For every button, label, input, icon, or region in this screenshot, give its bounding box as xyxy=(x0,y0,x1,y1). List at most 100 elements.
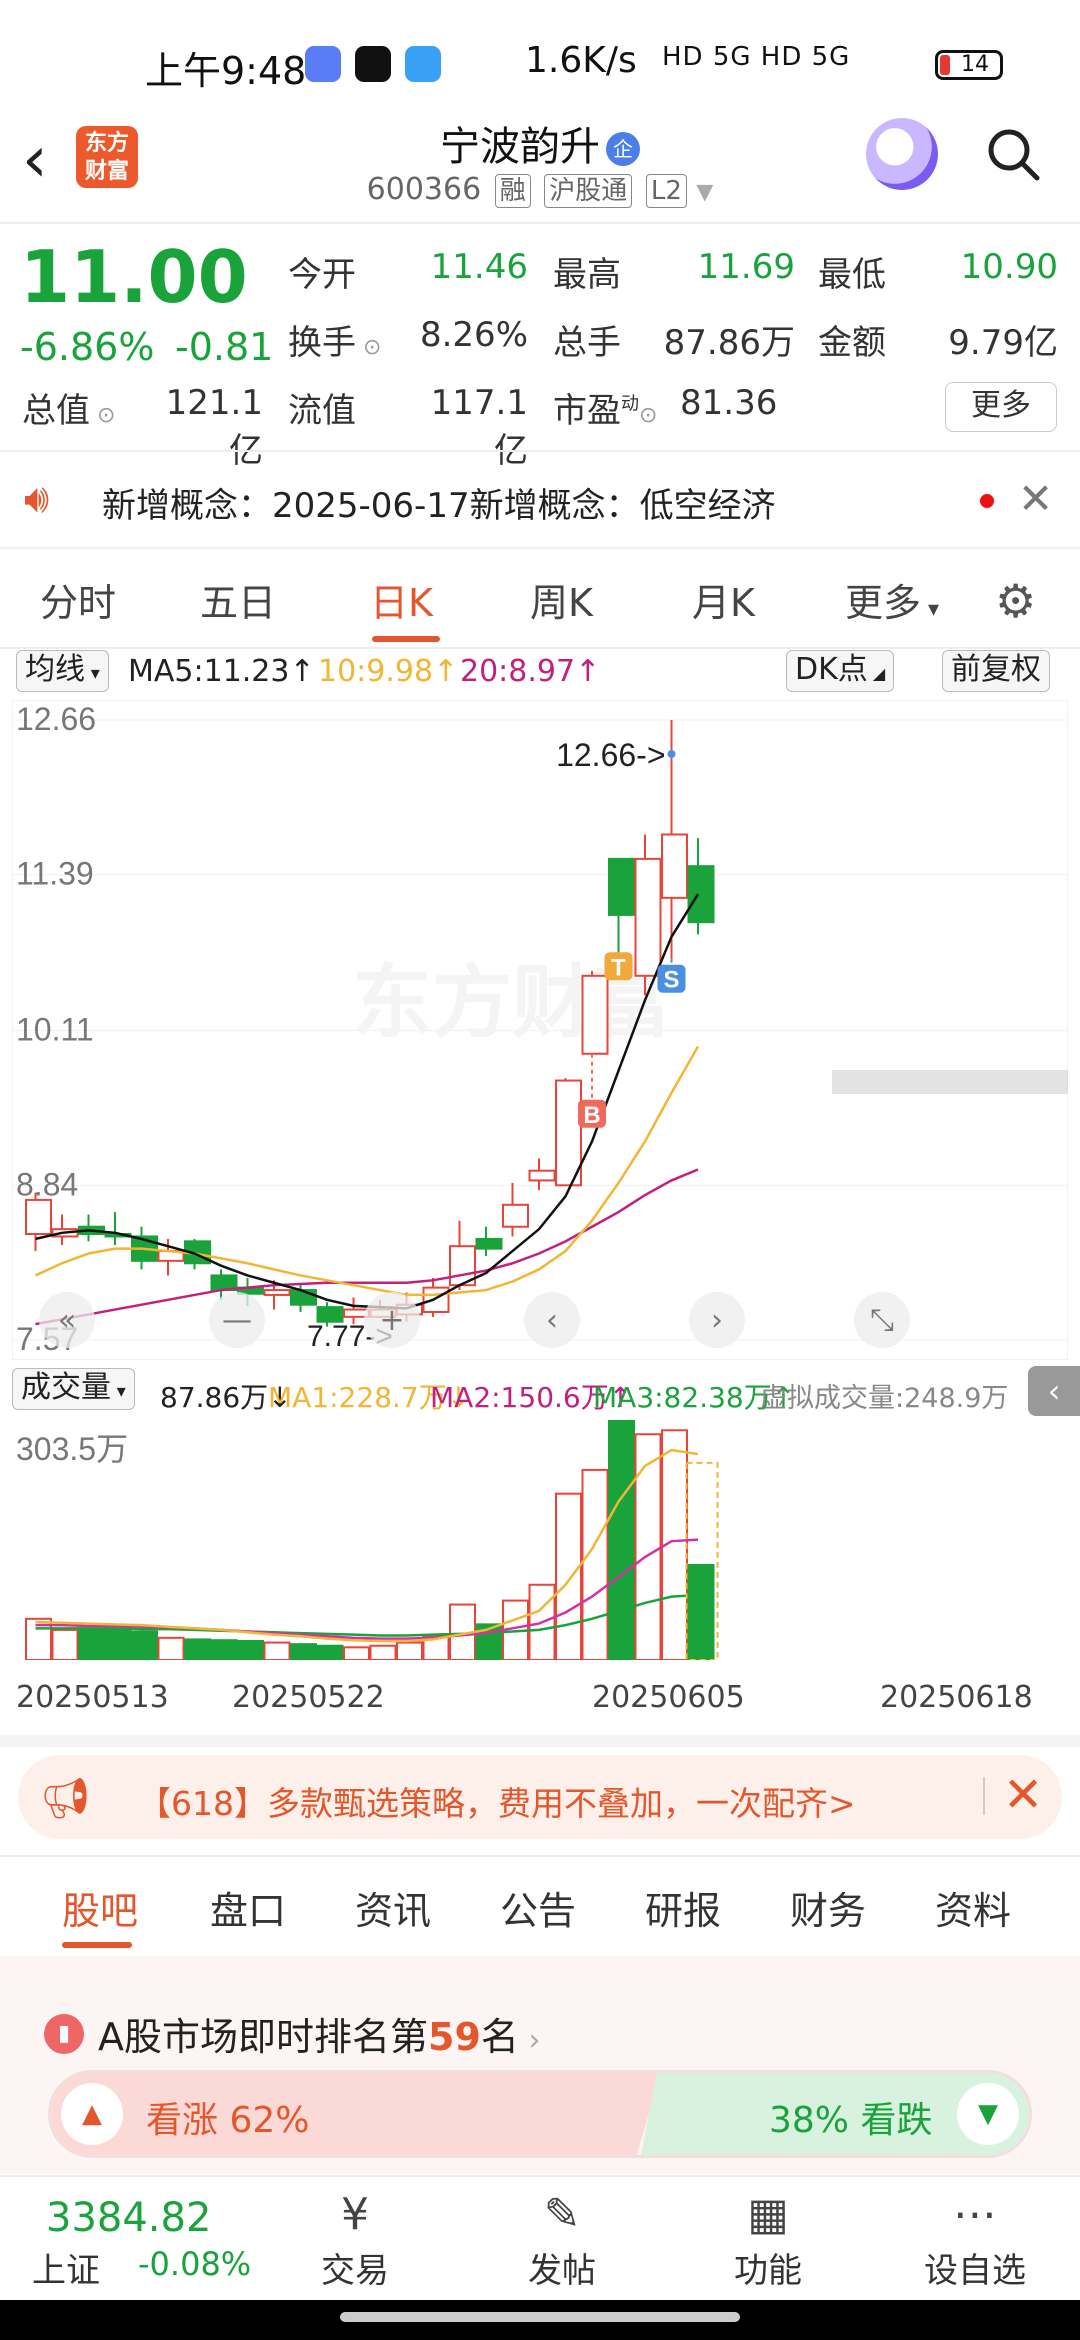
tab-daily-k[interactable]: 日K xyxy=(370,572,433,627)
volume-bar xyxy=(51,1628,79,1660)
assistant-robot-icon[interactable] xyxy=(866,118,938,190)
vote-up-icon[interactable]: ▲ xyxy=(61,2083,123,2145)
quote-panel: 11.00 -6.86% -0.81 今开 11.46 最高 11.69 最低 … xyxy=(0,225,1080,471)
active-tab-underline xyxy=(62,1942,132,1948)
volume-bar xyxy=(343,1646,370,1660)
divider xyxy=(0,1855,1080,1857)
pe-value: 81.36 xyxy=(680,383,778,423)
ma5-value: MA5:11.23↑ xyxy=(128,654,315,689)
amount-label: 金额 xyxy=(818,323,886,363)
chart-control-icon: + xyxy=(379,1303,404,1338)
speaker-icon: 🔊︎ xyxy=(24,476,50,522)
nav-trade[interactable]: ¥ 交易 xyxy=(295,2187,415,2292)
search-icon[interactable] xyxy=(985,126,1041,182)
stock-name-text: 宁波韵升 xyxy=(440,124,600,170)
tab-monthly-k[interactable]: 月K xyxy=(692,572,755,627)
more-icon: ⋯ xyxy=(953,2189,997,2240)
volume-label: 总手 xyxy=(553,323,621,363)
date-label: 20250605 xyxy=(592,1680,745,1715)
vote-up-area[interactable] xyxy=(51,2073,661,2155)
gear-icon[interactable]: ⚙ xyxy=(995,574,1036,628)
tab-announcements[interactable]: 公告 xyxy=(500,1880,576,1935)
volume-bar xyxy=(581,1468,609,1660)
nav-post[interactable]: ✎ 发帖 xyxy=(502,2187,622,2292)
nav-functions[interactable]: ▦ 功能 xyxy=(708,2187,828,2292)
dk-point-select[interactable]: DK点 ◢ xyxy=(786,650,895,692)
close-icon[interactable]: ✕ xyxy=(1018,474,1053,523)
candle-body xyxy=(25,1198,52,1236)
index-name[interactable]: 上证 xyxy=(32,2243,100,2292)
index-change[interactable]: -0.08% xyxy=(138,2245,251,2283)
vote-down-icon[interactable]: ▼ xyxy=(957,2083,1019,2145)
battery-icon: 14 xyxy=(935,50,1003,80)
nav-label: 发帖 xyxy=(528,2251,596,2291)
tiktok-notification-icon xyxy=(355,46,391,82)
volume-bar xyxy=(290,1643,317,1660)
ma10-value: 10:9.98↑ xyxy=(318,654,459,689)
candle-body xyxy=(687,865,715,924)
tag-l2[interactable]: L2 xyxy=(645,174,687,208)
home-indicator[interactable] xyxy=(340,2312,740,2322)
nav-label: 功能 xyxy=(734,2251,802,2291)
turnover-label[interactable]: 换手 ⊙ xyxy=(288,315,381,364)
megaphone-icon: 📢︎ xyxy=(40,1776,91,1822)
volume-chart[interactable]: 303.5万 xyxy=(12,1420,1068,1660)
ma-legend: 均线 ▾ MA5:11.23↑ 10:9.98↑ 20:8.97↑ DK点 ◢ … xyxy=(0,650,1080,694)
candlestick-chart[interactable]: 12.6611.3910.118.847.57东方财富BTS12.66->7.7… xyxy=(12,700,1068,1360)
promo-text: 【618】多款甄选策略，费用不叠加，一次配齐> xyxy=(138,1784,856,1823)
notice-text: 新增概念：2025-06-17新增概念：低空经济 xyxy=(102,486,776,526)
signal-label: T xyxy=(611,954,626,981)
stock-header: ‹ 东方 财富 宁波韵升企 600366 融 沪股通 L2 ▼ xyxy=(0,110,1080,220)
mcap-label[interactable]: 总值 ⊙ xyxy=(22,383,115,432)
date-label: 20250522 xyxy=(232,1680,385,1715)
candle-body xyxy=(608,857,635,916)
index-value[interactable]: 3384.82 xyxy=(46,2195,211,2241)
rank-text[interactable]: A股市场即时排名第59名 › xyxy=(98,2006,540,2061)
tab-forum[interactable]: 股吧 xyxy=(62,1880,138,1935)
adjust-select[interactable]: 前复权 xyxy=(942,650,1050,692)
close-icon[interactable]: ✕ xyxy=(1003,1767,1043,1823)
concept-notice[interactable]: 🔊︎ 新增概念：2025-06-17新增概念：低空经济 ✕ xyxy=(0,452,1080,547)
tag-connect: 沪股通 xyxy=(544,174,633,208)
tag-margin: 融 xyxy=(494,174,531,208)
divider xyxy=(0,222,1080,224)
volume-value: 87.86万 xyxy=(663,323,795,363)
volume-bar xyxy=(210,1639,238,1660)
candle-body xyxy=(422,1286,450,1313)
open-value: 11.46 xyxy=(430,247,528,287)
dropdown-icon[interactable]: ▼ xyxy=(696,180,713,205)
vote-down-label: 38% 看跌 xyxy=(769,2100,933,2141)
tab-weekly-k[interactable]: 周K xyxy=(530,572,593,627)
volume-bar xyxy=(316,1644,344,1660)
promo-banner[interactable]: 📢︎ 【618】多款甄选策略，费用不叠加，一次配齐> ✕ xyxy=(18,1755,1062,1839)
bottom-nav: 3384.82 上证 -0.08% ¥ 交易 ✎ 发帖 ▦ 功能 ⋯ 设自选 xyxy=(0,2175,1080,2300)
volume-select[interactable]: 成交量 ▾ xyxy=(12,1368,135,1410)
tab-research[interactable]: 研报 xyxy=(645,1880,721,1935)
grid-icon: ▦ xyxy=(747,2189,789,2240)
ma-select[interactable]: 均线 ▾ xyxy=(16,650,109,692)
more-quote-button[interactable]: 更多 xyxy=(945,382,1057,432)
ma20-value: 20:8.97↑ xyxy=(460,654,601,689)
tab-orderbook[interactable]: 盘口 xyxy=(210,1880,286,1935)
turnover-value: 8.26% xyxy=(419,315,528,355)
chart-control-icon: › xyxy=(711,1303,723,1338)
tab-finance[interactable]: 财务 xyxy=(790,1880,866,1935)
nav-label: 交易 xyxy=(321,2251,389,2291)
volume-bar xyxy=(369,1644,397,1660)
collapse-panel-button[interactable]: ‹ xyxy=(1028,1366,1080,1416)
candle-body xyxy=(581,974,609,1055)
nav-add-watchlist[interactable]: ⋯ 设自选 xyxy=(915,2187,1035,2292)
signal-icons: HD 5G HD 5G xyxy=(662,42,851,72)
tab-profile[interactable]: 资料 xyxy=(935,1880,1011,1935)
chart-period-tabs: 分时 五日 日K 周K 月K 更多 ▾ ⚙ xyxy=(0,548,1080,648)
y-tick-label: 12.66 xyxy=(16,701,96,737)
tab-five-day[interactable]: 五日 xyxy=(200,572,276,627)
tab-intraday[interactable]: 分时 xyxy=(40,572,116,627)
volume-bar xyxy=(608,1420,635,1660)
volume-bar xyxy=(237,1639,264,1660)
candle-body xyxy=(502,1203,529,1228)
change-amount: -0.81 xyxy=(175,325,274,369)
pe-label[interactable]: 市盈动⊙ xyxy=(553,383,657,432)
tab-more[interactable]: 更多 ▾ xyxy=(845,572,939,627)
tab-news[interactable]: 资讯 xyxy=(355,1880,431,1935)
